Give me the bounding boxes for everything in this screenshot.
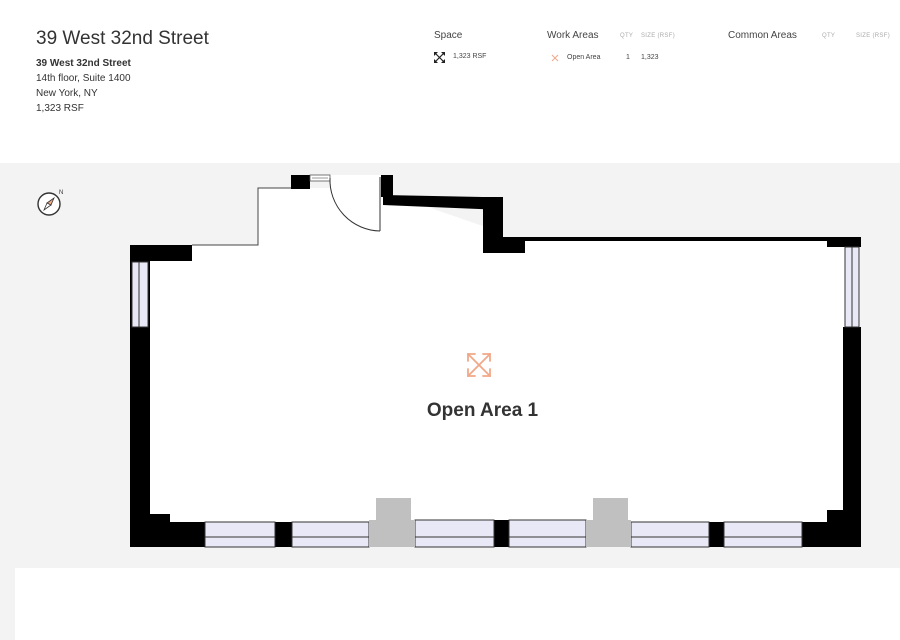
wall-bottom-right — [802, 522, 861, 547]
wall-pillar-foot — [483, 237, 525, 253]
footer-panel — [15, 568, 900, 640]
window-bottom-5 — [630, 521, 710, 548]
window-left — [131, 261, 149, 328]
window-bottom-4 — [508, 519, 587, 548]
window-bottom-1 — [204, 521, 276, 548]
window-bottom-3 — [414, 519, 495, 548]
wall-stub-top — [291, 175, 310, 189]
window-bottom-6 — [723, 521, 803, 548]
floor-plan — [130, 174, 861, 548]
wall-bottom-left — [130, 522, 205, 547]
compass-north-label: N — [59, 190, 63, 196]
wall-top-right — [525, 237, 861, 241]
wall-right — [843, 327, 861, 547]
wall-door-right — [381, 175, 393, 197]
area-label-open-area-1[interactable]: Open Area 1 — [380, 400, 585, 422]
wall-bottom-mid-2 — [494, 520, 509, 547]
window-bottom-2 — [291, 521, 370, 548]
wall-bottom-mid-1 — [275, 522, 292, 547]
wall-corner-top-right — [827, 237, 861, 247]
wall-bottom-mid-3 — [709, 522, 724, 547]
compass-icon: N — [37, 190, 63, 216]
open-area-expand-icon — [467, 353, 491, 377]
